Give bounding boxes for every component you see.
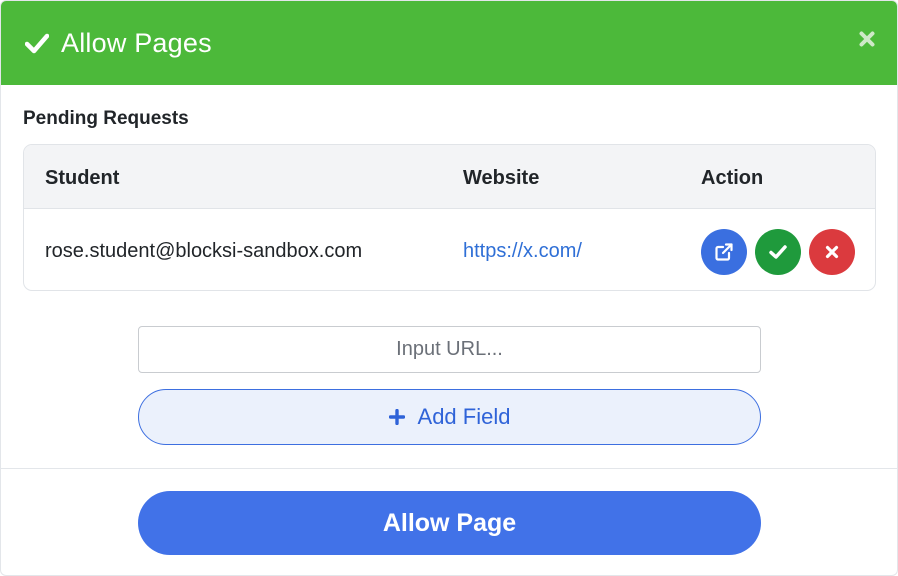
external-link-icon (715, 243, 733, 261)
close-button[interactable] (856, 28, 878, 50)
footer-divider (1, 468, 897, 469)
close-icon (825, 245, 839, 259)
approve-button[interactable] (755, 229, 801, 275)
modal-title: Allow Pages (61, 28, 212, 58)
add-field-label: Add Field (417, 404, 511, 429)
table-header: Student Website Action (24, 145, 875, 209)
add-field-button[interactable]: Add Field (138, 389, 761, 445)
student-email: rose.student@blocksi-sandbox.com (45, 240, 363, 262)
close-icon (859, 31, 875, 47)
check-icon (25, 33, 49, 54)
pending-requests-title: Pending Requests (23, 108, 189, 129)
column-header-website: Website (463, 167, 540, 189)
deny-button[interactable] (809, 229, 855, 275)
plus-icon (388, 409, 405, 425)
modal-header: Allow Pages (1, 1, 897, 85)
column-header-student: Student (45, 167, 120, 189)
check-icon (769, 245, 787, 259)
open-website-button[interactable] (701, 229, 747, 275)
column-header-action: Action (701, 167, 764, 189)
url-input[interactable] (138, 326, 761, 373)
allow-pages-modal: Allow Pages Pending Requests Student Web… (0, 0, 898, 576)
website-link[interactable]: https://x.com/ (463, 239, 582, 263)
allow-page-button[interactable]: Allow Page (138, 491, 761, 555)
pending-requests-table: Student Website Action rose.student@bloc… (23, 144, 876, 291)
